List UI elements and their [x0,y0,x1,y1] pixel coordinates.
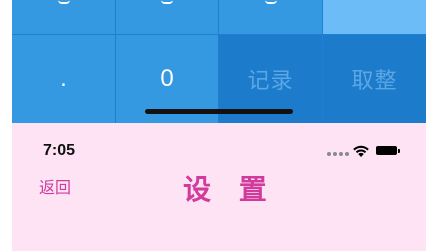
wifi-icon [353,145,369,157]
keypad: . 0 记录 取整 [12,0,426,123]
key-label: 0 [160,65,174,92]
status-time: 7:05 [43,142,76,159]
key-partial-1[interactable] [12,0,115,34]
key-decimal[interactable]: . [12,35,115,123]
key-round[interactable]: 取整 [323,35,426,123]
back-button[interactable]: 返回 [39,174,71,198]
cellular-dots-icon [327,152,349,156]
key-label: 取整 [351,68,398,93]
battery-icon [376,146,400,155]
key-partial-2[interactable] [116,0,218,34]
key-partial-4[interactable] [323,0,426,34]
key-label: 记录 [247,68,294,93]
key-label: . [60,65,67,92]
page-title: 设 置 [183,174,277,205]
key-partial-3[interactable] [219,0,322,34]
key-glyph [161,0,173,4]
home-indicator [145,109,293,114]
key-glyph [264,0,277,4]
key-glyph [57,0,70,4]
